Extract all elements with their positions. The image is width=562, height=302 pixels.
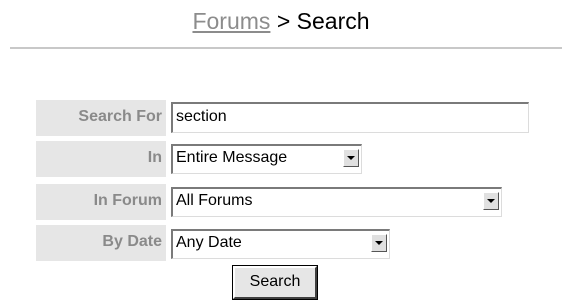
breadcrumb-separator: >	[276, 8, 291, 34]
page-title: Forums > Search	[0, 8, 562, 35]
chevron-down-icon[interactable]	[483, 192, 499, 210]
by-date-select[interactable]: Any Date	[171, 229, 390, 259]
search-for-input[interactable]: section	[171, 102, 529, 133]
in-forum-select[interactable]: All Forums	[171, 187, 502, 217]
chevron-down-icon[interactable]	[371, 234, 387, 252]
header-divider	[10, 47, 562, 49]
chevron-down-icon[interactable]	[343, 149, 359, 167]
in-forum-label: In Forum	[36, 184, 166, 220]
search-button[interactable]: Search	[232, 265, 318, 300]
breadcrumb-forums-link[interactable]: Forums	[192, 8, 270, 34]
search-for-label: Search For	[36, 100, 166, 136]
in-forum-select-value: All Forums	[176, 192, 253, 209]
in-label: In	[36, 141, 166, 177]
in-select-value: Entire Message	[176, 149, 288, 166]
by-date-label: By Date	[36, 225, 166, 261]
breadcrumb-current: Search	[296, 8, 370, 34]
in-select[interactable]: Entire Message	[171, 144, 362, 174]
by-date-select-value: Any Date	[176, 234, 242, 251]
